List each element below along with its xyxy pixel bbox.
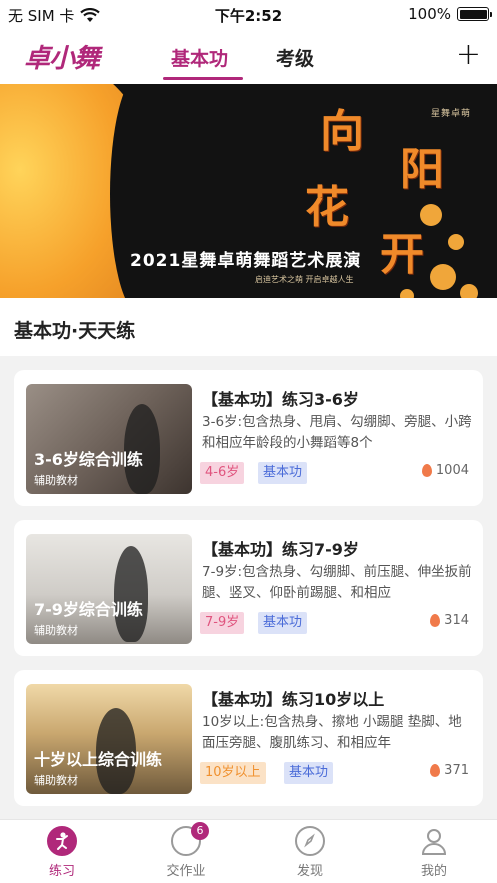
battery-icon xyxy=(457,7,492,21)
type-tag: 基本功 xyxy=(258,612,308,634)
tab-basic[interactable]: 基本功 xyxy=(171,44,228,71)
course-thumbnail: 十岁以上综合训练 辅助教材 xyxy=(26,684,192,794)
tabbar-label: 我的 xyxy=(420,864,447,879)
tabbar-item-practice[interactable]: 练习 xyxy=(27,826,97,879)
thumbnail-title: 十岁以上综合训练 xyxy=(34,750,163,769)
tabbar-label: 发现 xyxy=(296,864,323,879)
course-thumbnail: 7-9岁综合训练 辅助教材 xyxy=(26,534,192,644)
tabbar-item-homework[interactable]: 6 交作业 xyxy=(151,822,221,879)
tabbar-item-profile[interactable]: 我的 xyxy=(399,826,469,879)
fire-icon xyxy=(430,614,441,627)
promo-banner[interactable]: 星舞卓萌 向 阳 花 开 2021星舞卓萌舞蹈艺术展演 启迪艺术之萌 开启卓越人… xyxy=(0,84,497,298)
type-tag: 基本功 xyxy=(284,762,334,784)
tabbar-label: 交作业 xyxy=(166,864,206,879)
thumbnail-subtitle: 辅助教材 xyxy=(34,774,78,787)
status-right: 100% xyxy=(408,5,492,23)
thumbnail-title: 3-6岁综合训练 xyxy=(34,450,143,469)
course-title: 【基本功】练习10岁以上 xyxy=(202,690,385,709)
banner-caption: 2021星舞卓萌舞蹈艺术展演 xyxy=(130,251,362,271)
thumbnail-title: 7-9岁综合训练 xyxy=(34,600,143,619)
course-title: 【基本功】练习7-9岁 xyxy=(202,540,359,559)
top-nav: 卓小舞 基本功 考级 + xyxy=(0,30,497,84)
view-count: 314 xyxy=(430,613,469,628)
person-icon xyxy=(419,826,449,856)
battery-percent: 100% xyxy=(408,5,451,23)
status-bar: 无 SIM 卡 下午2:52 100% xyxy=(0,0,497,30)
age-tag: 10岁以上 xyxy=(200,762,266,784)
dancer-figure xyxy=(114,546,148,642)
active-tab-indicator xyxy=(163,77,243,80)
view-count-value: 371 xyxy=(444,763,469,778)
thumbnail-subtitle: 辅助教材 xyxy=(34,474,78,487)
age-tag: 7-9岁 xyxy=(200,612,245,634)
tab-exam[interactable]: 考级 xyxy=(276,44,314,71)
flower-decoration xyxy=(420,204,442,226)
tabbar-item-discover[interactable]: 发现 xyxy=(275,826,345,879)
add-button[interactable]: + xyxy=(456,40,481,70)
flower-decoration xyxy=(460,284,478,298)
course-card[interactable]: 7-9岁综合训练 辅助教材 【基本功】练习7-9岁 7-9岁:包含热身、勾绷脚、… xyxy=(14,520,483,656)
thumbnail-subtitle: 辅助教材 xyxy=(34,624,78,637)
course-description: 10岁以上:包含热身、擦地 小踢腿 垫脚、地面压旁腿、腹肌练习、和相应年 xyxy=(202,714,462,751)
bottom-tab-bar: 练习 6 交作业 发现 我的 xyxy=(0,819,497,883)
view-count: 371 xyxy=(430,763,469,778)
age-tag: 4-6岁 xyxy=(200,462,245,484)
flower-decoration xyxy=(448,234,464,250)
app-logo: 卓小舞 xyxy=(24,44,100,74)
flower-decoration xyxy=(400,289,414,298)
type-tag: 基本功 xyxy=(258,462,308,484)
banner-subtitle: 启迪艺术之萌 开启卓越人生 xyxy=(255,275,354,284)
view-count-value: 314 xyxy=(444,613,469,628)
course-description: 7-9岁:包含热身、勾绷脚、前压腿、伸坐扳前腿、竖叉、仰卧前踢腿、和相应 xyxy=(202,564,472,601)
compass-icon xyxy=(295,826,325,856)
course-title: 【基本功】练习3-6岁 xyxy=(202,390,359,409)
section-title: 基本功·天天练 xyxy=(14,320,136,342)
view-count: 1004 xyxy=(421,463,469,478)
homework-icon: 6 xyxy=(171,822,209,856)
tabbar-label: 练习 xyxy=(48,864,75,879)
course-thumbnail: 3-6岁综合训练 辅助教材 xyxy=(26,384,192,494)
flower-decoration xyxy=(430,264,456,290)
course-card[interactable]: 十岁以上综合训练 辅助教材 【基本功】练习10岁以上 10岁以上:包含热身、擦地… xyxy=(14,670,483,806)
notification-badge: 6 xyxy=(191,822,209,840)
dancer-icon xyxy=(47,826,77,856)
course-card[interactable]: 3-6岁综合训练 辅助教材 【基本功】练习3-6岁 3-6岁:包含热身、甩肩、勾… xyxy=(14,370,483,506)
fire-icon xyxy=(421,464,432,477)
fire-icon xyxy=(430,764,441,777)
course-list: 3-6岁综合训练 辅助教材 【基本功】练习3-6岁 3-6岁:包含热身、甩肩、勾… xyxy=(0,356,497,819)
banner-title-char-3: 花 xyxy=(305,182,349,233)
view-count-value: 1004 xyxy=(435,463,469,478)
course-description: 3-6岁:包含热身、甩肩、勾绷脚、旁腿、小跨和相应年龄段的小舞蹈等8个 xyxy=(202,414,472,451)
